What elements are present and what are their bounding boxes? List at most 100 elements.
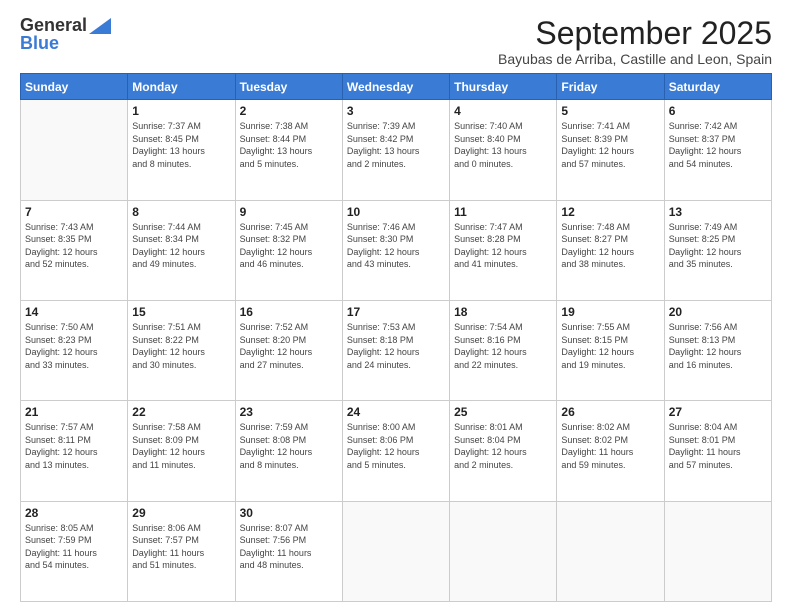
day-number: 16	[240, 305, 338, 319]
calendar-cell: 20 Sunrise: 7:56 AM Sunset: 8:13 PM Dayli…	[664, 300, 771, 400]
col-thursday: Thursday	[450, 74, 557, 100]
day-info: Sunrise: 7:50 AM Sunset: 8:23 PM Dayligh…	[25, 321, 123, 371]
day-info: Sunrise: 7:53 AM Sunset: 8:18 PM Dayligh…	[347, 321, 445, 371]
calendar-cell: 29Sunrise: 8:06 AM Sunset: 7:57 PM Dayli…	[128, 501, 235, 601]
day-number: 12	[561, 205, 659, 219]
calendar-cell: 17 Sunrise: 7:53 AM Sunset: 8:18 PM Dayli…	[342, 300, 449, 400]
day-info: Sunrise: 8:07 AM Sunset: 7:56 PM Dayligh…	[240, 522, 338, 572]
day-number: 8	[132, 205, 230, 219]
day-number: 10	[347, 205, 445, 219]
calendar-week-4: 21Sunrise: 7:57 AM Sunset: 8:11 PM Dayli…	[21, 401, 772, 501]
day-info: Sunrise: 8:00 AM Sunset: 8:06 PM Dayligh…	[347, 421, 445, 471]
day-info: Sunrise: 7:40 AM Sunset: 8:40 PM Dayligh…	[454, 120, 552, 170]
col-friday: Friday	[557, 74, 664, 100]
day-number: 2	[240, 104, 338, 118]
calendar-cell: 19 Sunrise: 7:55 AM Sunset: 8:15 PM Dayli…	[557, 300, 664, 400]
calendar-week-1: 1Sunrise: 7:37 AM Sunset: 8:45 PM Daylig…	[21, 100, 772, 200]
day-number: 18	[454, 305, 552, 319]
calendar-cell: 5 Sunrise: 7:41 AM Sunset: 8:39 PM Daylig…	[557, 100, 664, 200]
day-number: 27	[669, 405, 767, 419]
day-number: 4	[454, 104, 552, 118]
day-info: Sunrise: 7:51 AM Sunset: 8:22 PM Dayligh…	[132, 321, 230, 371]
day-number: 30	[240, 506, 338, 520]
day-number: 24	[347, 405, 445, 419]
calendar-week-5: 28Sunrise: 8:05 AM Sunset: 7:59 PM Dayli…	[21, 501, 772, 601]
title-block: September 2025 Bayubas de Arriba, Castil…	[498, 16, 772, 67]
calendar-cell	[450, 501, 557, 601]
day-number: 11	[454, 205, 552, 219]
calendar-cell: 26Sunrise: 8:02 AM Sunset: 8:02 PM Dayli…	[557, 401, 664, 501]
calendar-week-3: 14 Sunrise: 7:50 AM Sunset: 8:23 PM Dayli…	[21, 300, 772, 400]
day-number: 13	[669, 205, 767, 219]
calendar-cell	[342, 501, 449, 601]
col-saturday: Saturday	[664, 74, 771, 100]
header: General Blue September 2025 Bayubas de A…	[20, 16, 772, 67]
calendar-cell: 12 Sunrise: 7:48 AM Sunset: 8:27 PM Dayli…	[557, 200, 664, 300]
day-info: Sunrise: 7:59 AM Sunset: 8:08 PM Dayligh…	[240, 421, 338, 471]
day-info: Sunrise: 7:38 AM Sunset: 8:44 PM Dayligh…	[240, 120, 338, 170]
day-number: 23	[240, 405, 338, 419]
day-info: Sunrise: 7:49 AM Sunset: 8:25 PM Dayligh…	[669, 221, 767, 271]
day-number: 22	[132, 405, 230, 419]
calendar-cell: 30 Sunrise: 8:07 AM Sunset: 7:56 PM Dayli…	[235, 501, 342, 601]
day-info: Sunrise: 7:39 AM Sunset: 8:42 PM Dayligh…	[347, 120, 445, 170]
day-info: Sunrise: 7:43 AM Sunset: 8:35 PM Dayligh…	[25, 221, 123, 271]
calendar-cell: 8 Sunrise: 7:44 AM Sunset: 8:34 PM Daylig…	[128, 200, 235, 300]
day-info: Sunrise: 8:04 AM Sunset: 8:01 PM Dayligh…	[669, 421, 767, 471]
calendar-cell: 23 Sunrise: 7:59 AM Sunset: 8:08 PM Dayli…	[235, 401, 342, 501]
page: General Blue September 2025 Bayubas de A…	[0, 0, 792, 612]
day-number: 3	[347, 104, 445, 118]
calendar-cell: 22Sunrise: 7:58 AM Sunset: 8:09 PM Dayli…	[128, 401, 235, 501]
day-info: Sunrise: 7:44 AM Sunset: 8:34 PM Dayligh…	[132, 221, 230, 271]
calendar-cell	[557, 501, 664, 601]
calendar-cell: 28Sunrise: 8:05 AM Sunset: 7:59 PM Dayli…	[21, 501, 128, 601]
day-number: 5	[561, 104, 659, 118]
col-sunday: Sunday	[21, 74, 128, 100]
day-info: Sunrise: 7:45 AM Sunset: 8:32 PM Dayligh…	[240, 221, 338, 271]
calendar-cell: 1Sunrise: 7:37 AM Sunset: 8:45 PM Daylig…	[128, 100, 235, 200]
day-info: Sunrise: 7:41 AM Sunset: 8:39 PM Dayligh…	[561, 120, 659, 170]
day-number: 21	[25, 405, 123, 419]
calendar-cell: 6Sunrise: 7:42 AM Sunset: 8:37 PM Daylig…	[664, 100, 771, 200]
calendar-cell	[21, 100, 128, 200]
day-number: 17	[347, 305, 445, 319]
day-info: Sunrise: 7:37 AM Sunset: 8:45 PM Dayligh…	[132, 120, 230, 170]
month-title: September 2025	[498, 16, 772, 51]
day-number: 14	[25, 305, 123, 319]
day-info: Sunrise: 7:48 AM Sunset: 8:27 PM Dayligh…	[561, 221, 659, 271]
logo-general-text: General	[20, 16, 87, 34]
day-info: Sunrise: 7:46 AM Sunset: 8:30 PM Dayligh…	[347, 221, 445, 271]
day-info: Sunrise: 7:47 AM Sunset: 8:28 PM Dayligh…	[454, 221, 552, 271]
day-info: Sunrise: 7:55 AM Sunset: 8:15 PM Dayligh…	[561, 321, 659, 371]
calendar-cell	[664, 501, 771, 601]
calendar-cell: 18 Sunrise: 7:54 AM Sunset: 8:16 PM Dayli…	[450, 300, 557, 400]
day-number: 28	[25, 506, 123, 520]
col-wednesday: Wednesday	[342, 74, 449, 100]
day-info: Sunrise: 7:54 AM Sunset: 8:16 PM Dayligh…	[454, 321, 552, 371]
day-number: 6	[669, 104, 767, 118]
calendar-cell: 15 Sunrise: 7:51 AM Sunset: 8:22 PM Dayli…	[128, 300, 235, 400]
calendar-header-row: Sunday Monday Tuesday Wednesday Thursday…	[21, 74, 772, 100]
day-info: Sunrise: 7:52 AM Sunset: 8:20 PM Dayligh…	[240, 321, 338, 371]
day-number: 9	[240, 205, 338, 219]
calendar-cell: 25Sunrise: 8:01 AM Sunset: 8:04 PM Dayli…	[450, 401, 557, 501]
day-number: 15	[132, 305, 230, 319]
logo-blue-text: Blue	[20, 34, 111, 52]
calendar-cell: 27 Sunrise: 8:04 AM Sunset: 8:01 PM Dayli…	[664, 401, 771, 501]
day-info: Sunrise: 8:01 AM Sunset: 8:04 PM Dayligh…	[454, 421, 552, 471]
calendar-cell: 14 Sunrise: 7:50 AM Sunset: 8:23 PM Dayli…	[21, 300, 128, 400]
calendar-cell: 7Sunrise: 7:43 AM Sunset: 8:35 PM Daylig…	[21, 200, 128, 300]
day-number: 20	[669, 305, 767, 319]
calendar-cell: 9 Sunrise: 7:45 AM Sunset: 8:32 PM Daylig…	[235, 200, 342, 300]
logo-icon	[89, 18, 111, 34]
day-number: 19	[561, 305, 659, 319]
day-number: 26	[561, 405, 659, 419]
logo: General Blue	[20, 16, 111, 52]
calendar-cell: 21Sunrise: 7:57 AM Sunset: 8:11 PM Dayli…	[21, 401, 128, 501]
day-info: Sunrise: 7:56 AM Sunset: 8:13 PM Dayligh…	[669, 321, 767, 371]
col-tuesday: Tuesday	[235, 74, 342, 100]
col-monday: Monday	[128, 74, 235, 100]
calendar-cell: 11 Sunrise: 7:47 AM Sunset: 8:28 PM Dayli…	[450, 200, 557, 300]
calendar-cell: 24 Sunrise: 8:00 AM Sunset: 8:06 PM Dayli…	[342, 401, 449, 501]
calendar-cell: 16 Sunrise: 7:52 AM Sunset: 8:20 PM Dayli…	[235, 300, 342, 400]
